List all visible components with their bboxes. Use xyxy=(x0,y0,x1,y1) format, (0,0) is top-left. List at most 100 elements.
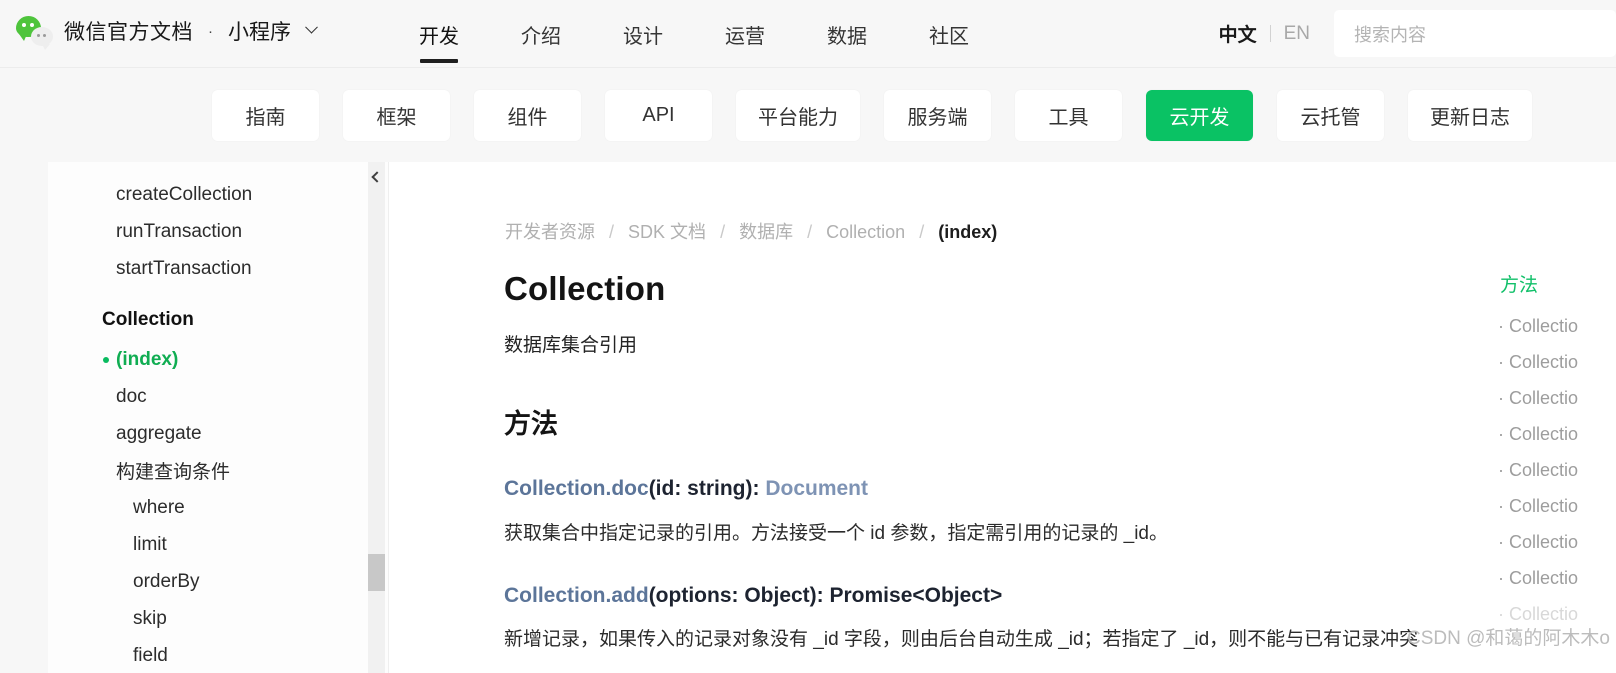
method-description-add: 新增记录，如果传入的记录对象没有 _id 字段，则由后台自动生成 _id；若指定… xyxy=(504,629,1419,650)
header-right: 中文 EN 搜索内容 xyxy=(1219,0,1616,67)
breadcrumb-separator: / xyxy=(919,222,925,242)
toc-item[interactable]: · Collectio xyxy=(1498,488,1616,524)
tab-label: 平台能力 xyxy=(758,107,838,129)
toc-item[interactable]: · Collectio xyxy=(1498,308,1616,344)
nav-item-design[interactable]: 设计 xyxy=(592,0,694,68)
tab-label: 框架 xyxy=(376,107,417,129)
sidebar-item-aggregate[interactable]: aggregate xyxy=(48,415,388,452)
page-root: 微信官方文档 · 小程序 开发 介绍 设计 运营 数据 社区 中文 EN 搜索内… xyxy=(0,0,1616,673)
chevron-down-icon[interactable] xyxy=(305,20,318,34)
method-description-doc: 获取集合中指定记录的引用。方法接受一个 id 参数，指定需引用的记录的 _id。 xyxy=(504,523,1168,544)
tab-tools[interactable]: 工具 xyxy=(1015,90,1122,141)
toc-item[interactable]: · Collectio xyxy=(1498,452,1616,488)
tab-server[interactable]: 服务端 xyxy=(884,90,991,141)
sidebar-item-label: limit xyxy=(133,533,167,555)
sidebar-item-index[interactable]: (index) xyxy=(48,341,388,378)
toc-item[interactable]: · Collectio xyxy=(1498,344,1616,380)
sidebar-item-label: field xyxy=(133,644,168,666)
sidebar-item-starttransaction[interactable]: startTransaction xyxy=(48,250,388,287)
nav-item-label: 介绍 xyxy=(521,25,561,48)
nav-item-label: 数据 xyxy=(827,25,867,48)
toc-title[interactable]: 方法 xyxy=(1500,270,1538,297)
active-bullet-icon xyxy=(103,356,109,363)
tab-changelog[interactable]: 更新日志 xyxy=(1408,90,1532,141)
brand-subtitle: 小程序 xyxy=(228,21,291,44)
toc-item[interactable]: · Collectio xyxy=(1498,380,1616,416)
scrollbar-thumb[interactable] xyxy=(368,554,385,591)
table-of-contents: 方法 · Collectio · Collectio · Collectio ·… xyxy=(1486,162,1616,673)
sidebar-nav-list: createCollection runTransaction startTra… xyxy=(48,162,388,673)
lang-en[interactable]: EN xyxy=(1284,23,1310,45)
tab-framework[interactable]: 框架 xyxy=(343,90,450,141)
breadcrumb-item-collection[interactable]: Collection xyxy=(826,222,905,242)
breadcrumb: 开发者资源 / SDK 文档 / 数据库 / Collection / (ind… xyxy=(505,218,997,244)
method-name: Collection.doc xyxy=(504,477,649,500)
sidebar-item-where[interactable]: where xyxy=(48,489,388,526)
sidebar-item-createcollection[interactable]: createCollection xyxy=(48,176,388,213)
brand-title: 微信官方文档 xyxy=(64,21,193,44)
sidebar-item-orderby[interactable]: orderBy xyxy=(48,563,388,600)
sidebar-item-runtransaction[interactable]: runTransaction xyxy=(48,213,388,250)
tab-api[interactable]: API xyxy=(605,90,712,141)
nav-item-operations[interactable]: 运营 xyxy=(694,0,796,68)
nav-item-label: 开发 xyxy=(419,25,459,48)
sidebar-item-doc[interactable]: doc xyxy=(48,378,388,415)
sidebar-item-build-query[interactable]: 构建查询条件 xyxy=(48,452,388,489)
tab-label: 更新日志 xyxy=(1430,107,1510,129)
breadcrumb-item-index: (index) xyxy=(938,222,998,242)
tab-label: 服务端 xyxy=(907,107,968,129)
sidebar-item-label: where xyxy=(133,496,185,518)
sidebar-item-field[interactable]: field xyxy=(48,637,388,673)
sidebar-item-label: orderBy xyxy=(133,570,200,592)
tab-label: 工具 xyxy=(1048,107,1089,129)
section-heading-methods: 方法 xyxy=(504,409,558,439)
sidebar-item-label: (index) xyxy=(116,348,179,370)
sidebar-item-skip[interactable]: skip xyxy=(48,600,388,637)
wechat-logo-icon xyxy=(16,16,53,50)
toc-item[interactable]: · Collectio xyxy=(1498,416,1616,452)
top-header: 微信官方文档 · 小程序 开发 介绍 设计 运营 数据 社区 中文 EN 搜索内… xyxy=(0,0,1616,68)
toc-item[interactable]: · Collectio xyxy=(1498,560,1616,596)
lang-zh[interactable]: 中文 xyxy=(1219,20,1257,47)
sidebar-scrollbar[interactable] xyxy=(368,162,385,673)
nav-item-intro[interactable]: 介绍 xyxy=(490,0,592,68)
sidebar-item-label: aggregate xyxy=(116,422,202,444)
nav-item-develop[interactable]: 开发 xyxy=(388,0,490,68)
breadcrumb-separator: / xyxy=(609,222,615,242)
tab-guide[interactable]: 指南 xyxy=(212,90,319,141)
tab-label: API xyxy=(642,104,675,126)
breadcrumb-item-sdk-docs[interactable]: SDK 文档 xyxy=(628,222,706,242)
search-input[interactable]: 搜索内容 xyxy=(1334,10,1616,57)
section-tab-bar: 指南 框架 组件 API 平台能力 服务端 工具 云开发 云托管 更新日志 xyxy=(0,69,1616,162)
nav-item-label: 设计 xyxy=(623,25,663,48)
chevron-up-icon[interactable] xyxy=(370,171,383,183)
sidebar-item-label: createCollection xyxy=(116,183,253,205)
toc-item[interactable]: · Collectio xyxy=(1498,524,1616,560)
breadcrumb-item-dev-resources[interactable]: 开发者资源 xyxy=(505,222,595,242)
sidebar-group-label: Collection xyxy=(102,309,194,330)
brand[interactable]: 微信官方文档 · 小程序 xyxy=(16,16,318,50)
language-switcher: 中文 EN xyxy=(1219,20,1310,47)
breadcrumb-separator: / xyxy=(807,222,813,242)
body-area: createCollection runTransaction startTra… xyxy=(0,162,1616,673)
nav-item-label: 社区 xyxy=(929,25,969,48)
tab-components[interactable]: 组件 xyxy=(474,90,581,141)
sidebar-item-label: doc xyxy=(116,385,147,407)
sidebar-item-label: runTransaction xyxy=(116,220,243,242)
method-return-type: Document xyxy=(765,477,869,500)
toc-list: · Collectio · Collectio · Collectio · Co… xyxy=(1498,308,1616,632)
method-params: (id: string): xyxy=(648,477,766,500)
main-nav: 开发 介绍 设计 运营 数据 社区 xyxy=(388,0,1000,68)
nav-item-data[interactable]: 数据 xyxy=(796,0,898,68)
nav-item-community[interactable]: 社区 xyxy=(898,0,1000,68)
method-signature-doc[interactable]: Collection.doc(id: string): Document xyxy=(504,477,868,501)
left-gutter xyxy=(0,162,48,673)
sidebar-item-limit[interactable]: limit xyxy=(48,526,388,563)
breadcrumb-item-database[interactable]: 数据库 xyxy=(739,222,793,242)
method-signature-add[interactable]: Collection.add(options: Object): Promise… xyxy=(504,584,1002,608)
tab-cloud-development[interactable]: 云开发 xyxy=(1146,90,1253,141)
tab-platform-capability[interactable]: 平台能力 xyxy=(736,90,860,141)
tab-label: 组件 xyxy=(507,107,548,129)
tab-label: 指南 xyxy=(245,107,286,129)
tab-cloud-hosting[interactable]: 云托管 xyxy=(1277,90,1384,141)
